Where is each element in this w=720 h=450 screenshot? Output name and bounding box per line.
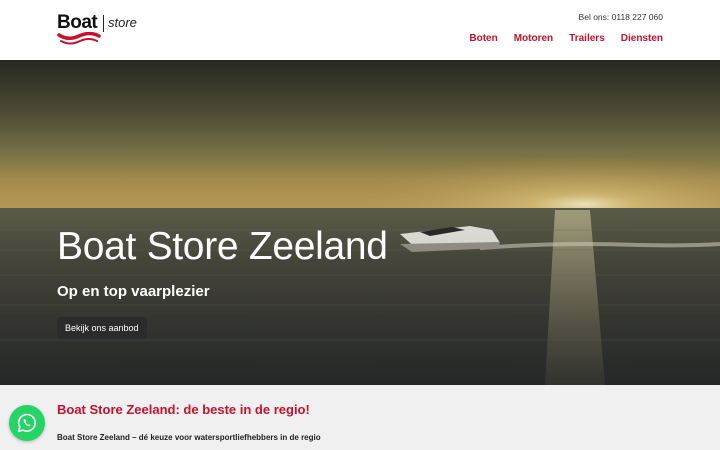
section-intro-text: Boat Store Zeeland – dé keuze voor water…: [57, 433, 321, 442]
nav-item-diensten[interactable]: Diensten: [621, 33, 663, 45]
hero-title: Boat Store Zeeland: [57, 225, 388, 268]
nav-item-boten[interactable]: Boten: [469, 33, 497, 45]
wave-icon: [57, 32, 101, 45]
logo-divider: [103, 15, 104, 32]
phone-number[interactable]: Bel ons: 0118 227 060: [579, 12, 663, 23]
hero-subtitle: Op en top vaarplezier: [57, 283, 210, 300]
hero-banner: Boat Store Zeeland Op en top vaarplezier…: [0, 60, 720, 385]
main-nav: Boten Motoren Trailers Diensten: [469, 33, 663, 45]
whatsapp-icon: [17, 413, 36, 433]
logo-brand: Boat: [57, 12, 98, 33]
section-heading: Boat Store Zeeland: de beste in de regio…: [57, 402, 310, 417]
logo-suffix: store: [108, 15, 137, 30]
nav-item-motoren[interactable]: Motoren: [514, 33, 553, 45]
site-header: Boat store Bel ons: 0118 227 060 Boten M…: [0, 0, 720, 60]
whatsapp-button[interactable]: [9, 405, 45, 441]
boatstore-logo[interactable]: Boat store: [57, 12, 147, 48]
nav-item-trailers[interactable]: Trailers: [569, 33, 605, 45]
view-offer-button[interactable]: Bekijk ons aanbod: [57, 317, 147, 339]
intro-section: Boat Store Zeeland: de beste in de regio…: [0, 385, 720, 450]
